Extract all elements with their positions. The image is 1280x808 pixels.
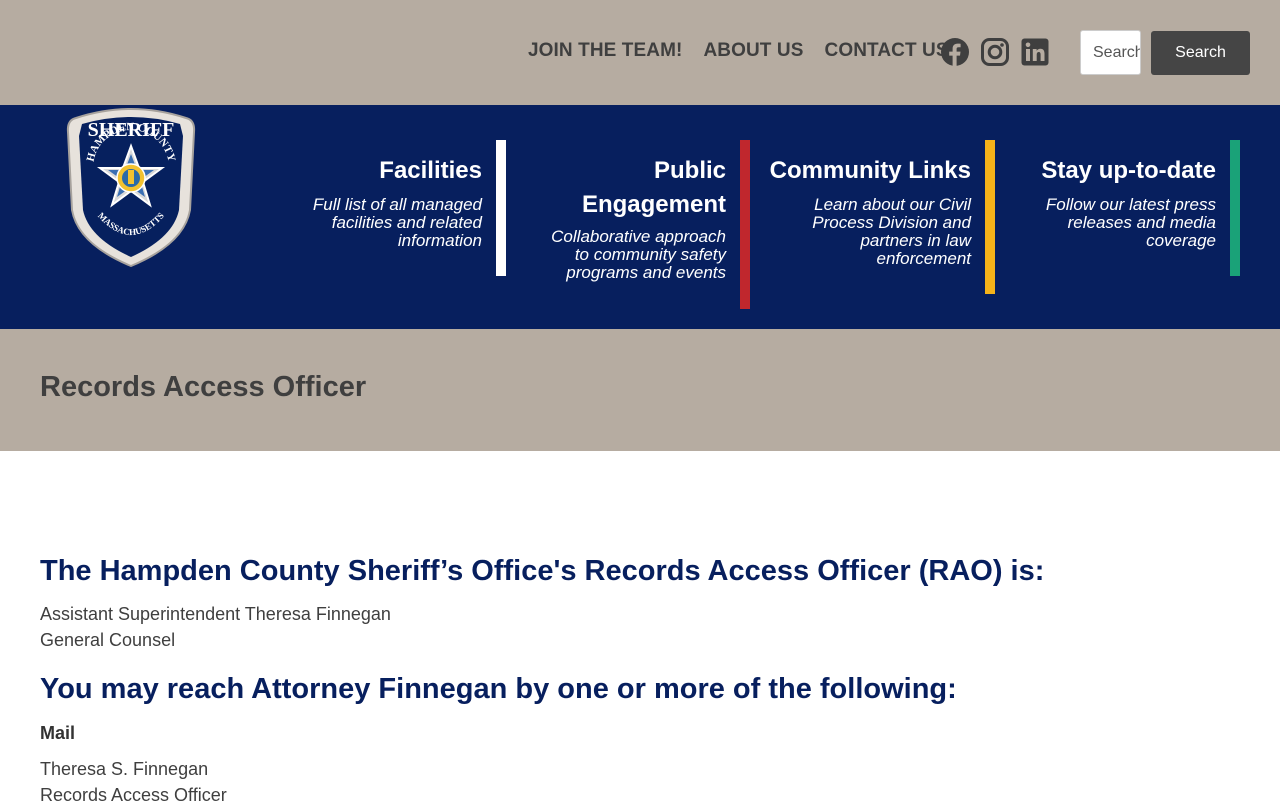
stay-up-to-date-accent-bar bbox=[1230, 140, 1240, 276]
stay-up-to-date-description: Follow our latest press releases and med… bbox=[1045, 195, 1216, 250]
top-nav: JOIN THE TEAM! ABOUT US CONTACT US bbox=[528, 40, 970, 62]
nav-block-community-links[interactable]: Community Links Learn about our Civil Pr… bbox=[765, 140, 995, 294]
public-engagement-description: Collaborative approach to community safe… bbox=[551, 227, 726, 282]
facilities-title: Facilities bbox=[379, 157, 482, 184]
rao-heading: The Hampden County Sheriff’s Office's Re… bbox=[40, 555, 1045, 587]
stay-up-to-date-title: Stay up-to-date bbox=[1041, 157, 1216, 184]
mail-role: Records Access Officer bbox=[40, 785, 227, 805]
nav-block-public-engagement[interactable]: Public Engagement Collaborative approach… bbox=[516, 140, 750, 309]
sheriff-badge-logo[interactable]: SHERIFF HAMPDEN COUNTY MASSACHUSETTS bbox=[66, 106, 196, 272]
community-links-description: Learn about our Civil Process Division a… bbox=[812, 195, 971, 268]
top-bar: JOIN THE TEAM! ABOUT US CONTACT US Searc… bbox=[0, 0, 1280, 105]
instagram-icon[interactable] bbox=[980, 37, 1010, 67]
nav-block-facilities[interactable]: Facilities Full list of all managed faci… bbox=[294, 140, 506, 276]
mail-name: Theresa S. Finnegan bbox=[40, 759, 209, 779]
facilities-accent-bar bbox=[496, 140, 506, 276]
officer-title: General Counsel bbox=[40, 630, 176, 650]
officer-name: Assistant Superintendent Theresa Finnega… bbox=[40, 604, 391, 624]
community-links-title: Community Links bbox=[769, 157, 971, 184]
nav-block-stay-up-to-date[interactable]: Stay up-to-date Follow our latest press … bbox=[1015, 140, 1240, 276]
search-button[interactable]: Search bbox=[1151, 31, 1250, 75]
nav-about-us[interactable]: ABOUT US bbox=[703, 40, 803, 62]
main-nav-bar: SHERIFF HAMPDEN COUNTY MASSACHUSETTS Fac… bbox=[0, 105, 1280, 329]
nav-join-the-team[interactable]: JOIN THE TEAM! bbox=[528, 40, 682, 62]
public-engagement-title: Public Engagement bbox=[581, 157, 726, 218]
social-links bbox=[940, 37, 1060, 67]
linkedin-icon[interactable] bbox=[1020, 37, 1050, 67]
page-title: Records Access Officer bbox=[40, 371, 367, 403]
mail-label: Mail bbox=[40, 723, 76, 743]
public-engagement-accent-bar bbox=[740, 140, 750, 309]
facilities-description: Full list of all managed facilities and … bbox=[312, 195, 482, 250]
nav-contact-us[interactable]: CONTACT US bbox=[825, 40, 949, 62]
page-title-band: Records Access Officer bbox=[0, 329, 1280, 451]
facebook-icon[interactable] bbox=[940, 37, 970, 67]
main-content: The Hampden County Sheriff’s Office's Re… bbox=[0, 451, 1280, 808]
contact-heading: You may reach Attorney Finnegan by one o… bbox=[40, 673, 957, 705]
search-input[interactable] bbox=[1080, 30, 1141, 75]
community-links-accent-bar bbox=[985, 140, 995, 294]
